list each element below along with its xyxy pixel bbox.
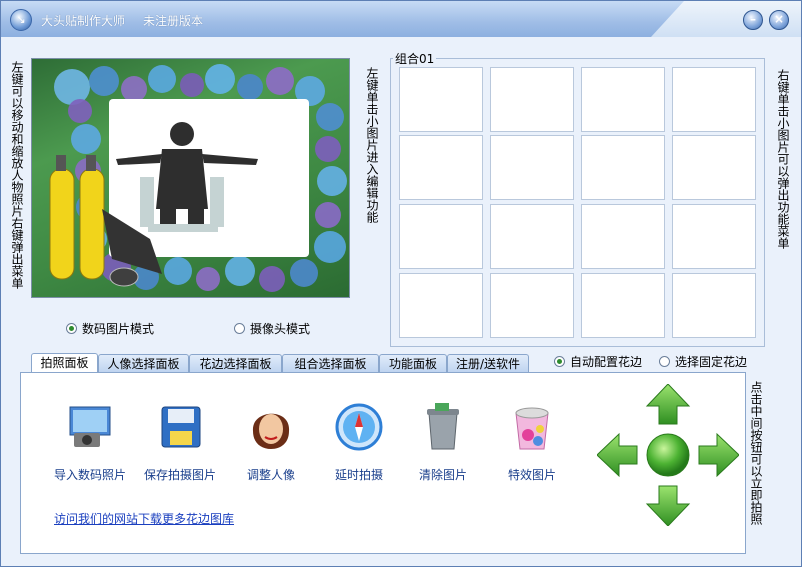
camera-mode-label: 摄像头模式 xyxy=(250,322,311,336)
auto-frame-label: 自动配置花边 xyxy=(570,355,643,369)
shutter-center-button[interactable] xyxy=(646,433,690,477)
tab-function[interactable]: 功能面板 xyxy=(379,354,447,372)
radio-dot xyxy=(66,323,77,334)
adjust-portrait-button[interactable]: 调整人像 xyxy=(226,401,316,483)
middle-hint: 左键单击小图片进入编辑功能 xyxy=(365,67,379,223)
thumbnail-cell[interactable] xyxy=(490,273,574,338)
fixed-frame-radio[interactable]: 选择固定花边 xyxy=(659,353,747,370)
bubble-frame-art xyxy=(49,64,347,292)
thumbnail-cell[interactable] xyxy=(490,67,574,132)
down-arrow-icon[interactable] xyxy=(645,485,691,526)
save-image-button[interactable]: 保存拍摄图片 xyxy=(135,401,225,483)
minimize-button[interactable]: – xyxy=(743,10,763,30)
app-window: ↘ 大头贴制作大师 未注册版本 – × 左键可以移动和缩放人物照片右键弹出菜单 xyxy=(0,0,802,567)
thumbnail-cell[interactable] xyxy=(399,273,483,338)
tab-portrait[interactable]: 人像选择面板 xyxy=(98,354,189,372)
camera-mode-radio[interactable]: 摄像头模式 xyxy=(234,320,310,337)
trash-bin-icon xyxy=(427,403,459,450)
tab-register[interactable]: 注册/送软件 xyxy=(447,354,529,372)
group-label: 组合01 xyxy=(393,50,437,67)
radio-dot xyxy=(234,323,245,334)
thumbnail-cell[interactable] xyxy=(490,204,574,269)
right-arrow-icon[interactable] xyxy=(698,432,739,478)
clear-image-button[interactable]: 清除图片 xyxy=(398,401,488,483)
close-button[interactable]: × xyxy=(769,10,789,30)
thumbnail-cell[interactable] xyxy=(672,204,756,269)
thumbnail-cell[interactable] xyxy=(399,67,483,132)
thumbnail-cell[interactable] xyxy=(672,273,756,338)
up-arrow-icon[interactable] xyxy=(645,384,691,425)
floppy-save-icon xyxy=(161,406,201,448)
tab-combination[interactable]: 组合选择面板 xyxy=(282,354,379,372)
photo-preview[interactable] xyxy=(31,58,350,298)
radio-dot xyxy=(554,356,565,367)
thumbnail-cell[interactable] xyxy=(490,135,574,200)
portrait-icon xyxy=(252,413,290,449)
fixed-frame-label: 选择固定花边 xyxy=(675,355,748,369)
compass-timer-icon xyxy=(335,403,383,451)
effects-bucket-icon xyxy=(515,407,549,450)
app-icon[interactable]: ↘ xyxy=(10,9,32,31)
arrow-hint: 点击中间按钮可以立即拍照 xyxy=(749,381,763,525)
adjust-portrait-label: 调整人像 xyxy=(246,468,295,482)
import-photo-icon xyxy=(69,406,111,447)
thumbnail-cell[interactable] xyxy=(581,204,665,269)
left-hint: 左键可以移动和缩放人物照片右键弹出菜单 xyxy=(10,61,24,289)
radio-dot xyxy=(659,356,670,367)
effects-image-button[interactable]: 特效图片 xyxy=(487,401,577,483)
window-title: 大头贴制作大师 xyxy=(41,14,126,28)
import-photo-button[interactable]: 导入数码照片 xyxy=(45,401,135,483)
window-subtitle: 未注册版本 xyxy=(143,14,204,28)
import-photo-label: 导入数码照片 xyxy=(53,468,126,482)
website-link[interactable]: 访问我们的网站下载更多花边图库 xyxy=(54,510,234,527)
thumbnail-cell[interactable] xyxy=(399,135,483,200)
thumbnail-cell[interactable] xyxy=(581,135,665,200)
title-bar[interactable]: ↘ 大头贴制作大师 未注册版本 – × xyxy=(1,1,801,37)
tab-photo[interactable]: 拍照面板 xyxy=(31,353,98,373)
left-arrow-icon[interactable] xyxy=(597,432,638,478)
clear-image-label: 清除图片 xyxy=(418,468,467,482)
tab-frame[interactable]: 花边选择面板 xyxy=(189,354,282,372)
digital-mode-label: 数码图片模式 xyxy=(82,322,155,336)
thumbnail-cell[interactable] xyxy=(672,135,756,200)
digital-mode-radio[interactable]: 数码图片模式 xyxy=(66,320,154,337)
auto-frame-radio[interactable]: 自动配置花边 xyxy=(554,353,642,370)
direction-pad xyxy=(597,384,739,526)
thumbnail-cell[interactable] xyxy=(672,67,756,132)
timer-shot-label: 延时拍摄 xyxy=(334,468,383,482)
thumbnail-cell[interactable] xyxy=(581,273,665,338)
combination-group xyxy=(390,58,765,347)
timer-shot-button[interactable]: 延时拍摄 xyxy=(314,401,404,483)
effects-image-label: 特效图片 xyxy=(507,468,556,482)
right-hint: 右键单击小图片可以弹出功能菜单 xyxy=(776,69,790,249)
thumbnail-cell[interactable] xyxy=(399,204,483,269)
save-image-label: 保存拍摄图片 xyxy=(143,468,216,482)
thumbnail-cell[interactable] xyxy=(581,67,665,132)
